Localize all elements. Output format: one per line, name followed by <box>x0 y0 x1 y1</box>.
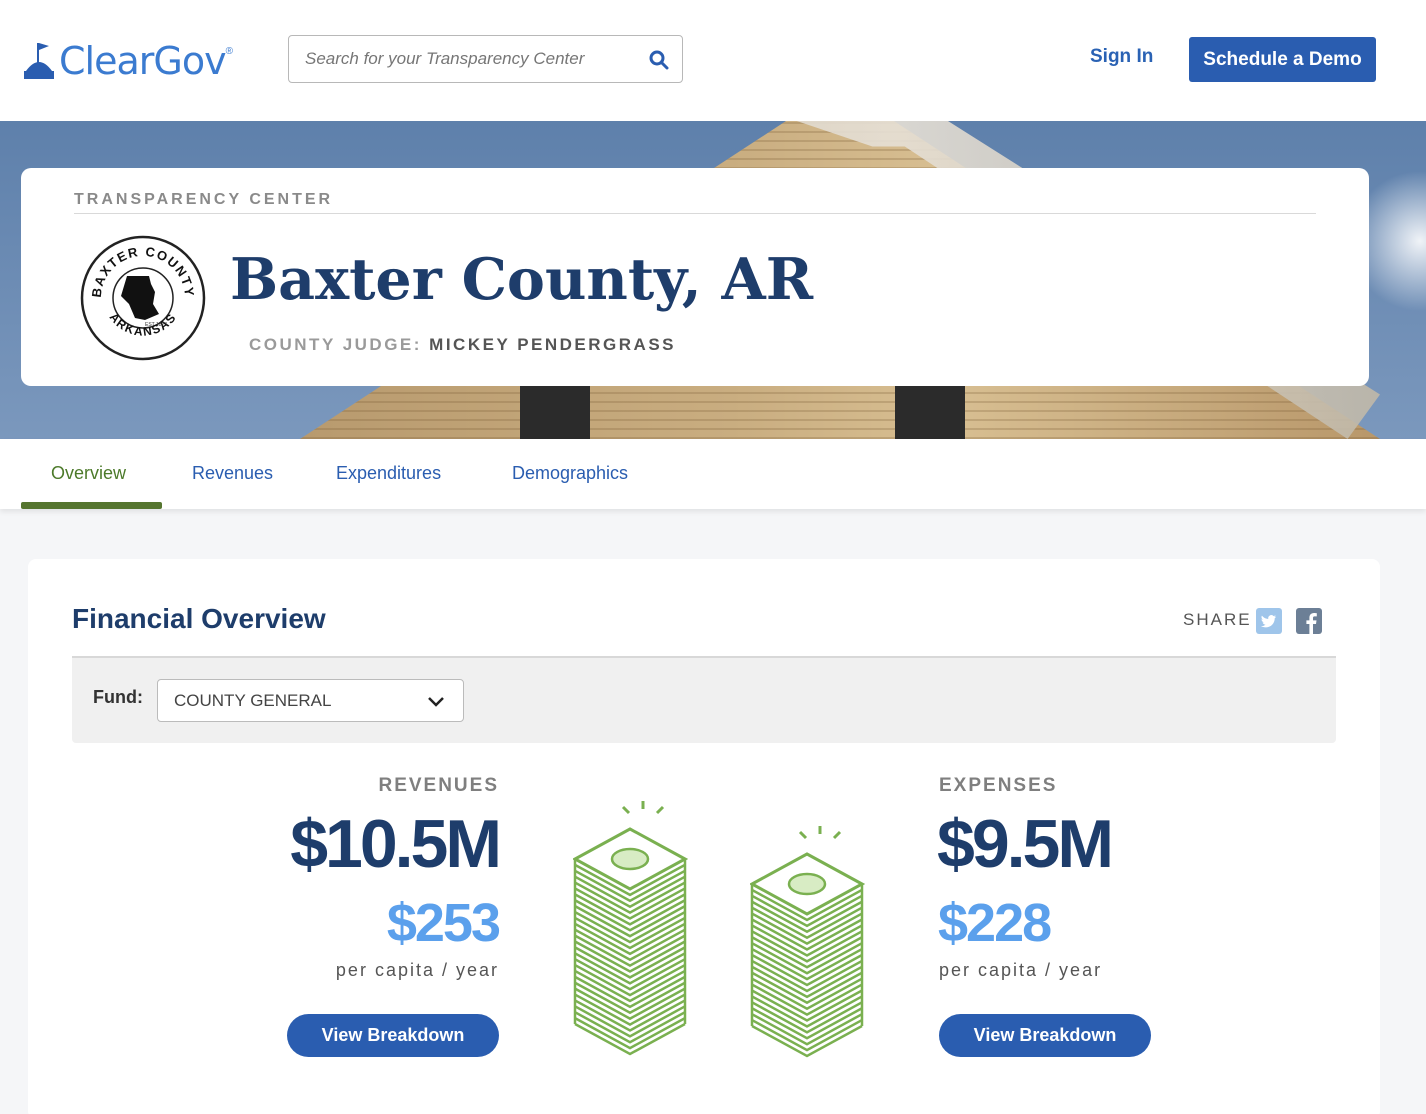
tab-demographics[interactable]: Demographics <box>512 463 628 484</box>
judge-label: COUNTY JUDGE: <box>249 335 422 354</box>
section-title: Financial Overview <box>72 603 326 634</box>
logo-text: ClearGov <box>59 39 227 83</box>
sign-in-link[interactable]: Sign In <box>1080 46 1163 68</box>
search-box <box>288 35 683 83</box>
expenses-total: $9.5M <box>937 806 1114 882</box>
nav-tabs: Overview Revenues Expenditures Demograph… <box>0 439 1426 509</box>
cloud <box>1360 161 1426 321</box>
fund-selected-value: COUNTY GENERAL <box>174 691 332 710</box>
revenues-label: REVENUES <box>378 775 499 796</box>
building-window <box>895 386 965 439</box>
expenses-per-capita: $228 <box>938 893 1052 953</box>
building-window <box>520 386 590 439</box>
divider <box>74 213 1316 214</box>
revenues-per-capita-label: per capita / year <box>335 960 499 980</box>
share-label: SHARE <box>1183 610 1252 629</box>
expenses-view-breakdown-button[interactable]: View Breakdown <box>939 1014 1151 1057</box>
tab-overview[interactable]: Overview <box>51 463 126 484</box>
seal-est: EST 1873 <box>145 322 167 328</box>
chevron-down-icon <box>428 697 444 707</box>
tab-revenues[interactable]: Revenues <box>192 463 273 484</box>
site-header: ClearGov ® Sign In Schedule a Demo <box>0 0 1426 121</box>
facebook-icon[interactable] <box>1296 608 1322 634</box>
search-input[interactable] <box>305 36 635 82</box>
twitter-icon[interactable] <box>1256 608 1282 634</box>
judge-name: MICKEY PENDERGRASS <box>429 335 677 354</box>
county-info-card: TRANSPARENCY CENTER BAXTER COUNTY ARKANS… <box>21 168 1369 386</box>
search-button[interactable] <box>646 47 672 73</box>
search-icon <box>649 50 669 70</box>
county-seal: BAXTER COUNTY ARKANSAS EST 1873 <box>80 235 206 361</box>
expenses-label: EXPENSES <box>939 775 1058 796</box>
revenues-view-breakdown-button[interactable]: View Breakdown <box>287 1014 499 1057</box>
money-stack-icon <box>573 801 688 1056</box>
county-name: Baxter County, AR <box>230 246 814 313</box>
revenues-per-capita: $253 <box>386 893 501 953</box>
fund-filter-bar: Fund: COUNTY GENERAL <box>72 656 1336 743</box>
capitol-flag-icon <box>24 43 54 79</box>
active-tab-indicator <box>21 502 162 509</box>
schedule-demo-button[interactable]: Schedule a Demo <box>1189 37 1376 82</box>
fund-select[interactable]: COUNTY GENERAL <box>157 679 464 722</box>
financial-overview-card: Financial Overview SHARE Fund: COUNTY GE… <box>28 559 1380 1114</box>
section-label: TRANSPARENCY CENTER <box>74 191 334 208</box>
county-judge: COUNTY JUDGE: MICKEY PENDERGRASS <box>249 335 676 355</box>
cleargov-logo[interactable]: ClearGov ® <box>22 38 233 84</box>
revenues-total: $10.5M <box>290 806 502 882</box>
tab-expenditures[interactable]: Expenditures <box>336 463 441 484</box>
fund-label: Fund: <box>93 687 143 707</box>
money-stack-icon <box>750 826 865 1058</box>
registered-mark: ® <box>225 46 233 57</box>
expenses-per-capita-label: per capita / year <box>939 960 1103 980</box>
